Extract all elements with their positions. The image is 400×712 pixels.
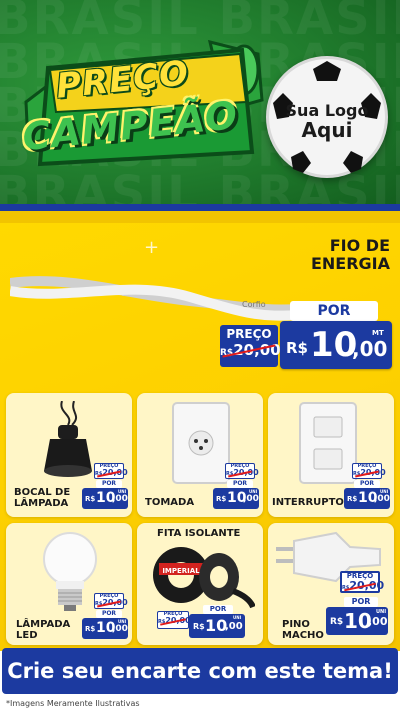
new-price-tag: R$ 10 ,00 UNI xyxy=(82,488,128,509)
tape-brand-label: IMPERIAL xyxy=(162,567,200,575)
product-name: PINO MACHO xyxy=(282,619,324,641)
por-label: POR xyxy=(227,480,253,488)
sparkle-icon: + xyxy=(144,237,160,258)
logo-placeholder-text: Sua Logo Aqui xyxy=(285,101,369,142)
new-price-tag: R$ 10 ,00 UNI xyxy=(82,618,128,639)
old-price-tag: PREÇO R$20,00 xyxy=(94,463,128,479)
product-card-fita-isolante[interactable]: FITA ISOLANTE IMPERIAL PREÇO R$20,00 POR… xyxy=(137,523,263,645)
lamp-socket-image xyxy=(44,401,92,477)
product-card-tomada[interactable]: TOMADA PREÇO R$20,00 POR R$ 10 ,00 UNI xyxy=(137,393,263,517)
por-label: POR xyxy=(203,605,233,614)
old-price-tag: PREÇO R$20,00 xyxy=(157,611,191,629)
new-price-tag: R$ 10 ,00 UNI xyxy=(344,488,390,509)
featured-new-price-tag: R$ 10 ,00 MT xyxy=(280,321,392,369)
offers-area: + + FIO DE ENERGIA Corfio PREÇO R$20,00 … xyxy=(0,223,400,651)
por-label: POR xyxy=(96,480,122,488)
product-name: LÂMPADA LED xyxy=(16,619,71,641)
power-wire-image: Corfio xyxy=(10,276,300,321)
por-label: POR xyxy=(344,597,378,607)
new-price-tag: R$ 10 ,00 UNI xyxy=(326,607,388,635)
product-name: BOCAL DE LÂMPADA xyxy=(14,487,71,509)
product-card-bocal[interactable]: BOCAL DELÂMPADA PREÇO R$20,00 POR R$ 10 … xyxy=(6,393,132,517)
featured-product-title: FIO DE ENERGIA xyxy=(310,236,390,273)
product-name: TOMADA xyxy=(145,497,195,508)
wire-brand-label: Corfio xyxy=(242,300,266,309)
cta-banner-text: Crie seu encarte com este tema! xyxy=(7,659,393,683)
new-price-tag: R$ 10 ,00 UNI xyxy=(189,614,245,638)
header-banner: BRASIL BRASIL BRASIL BRASIL BRASIL BRASI… xyxy=(0,0,400,212)
product-name: FITA ISOLANTE xyxy=(157,528,241,539)
cta-banner[interactable]: Crie seu encarte com este tema! xyxy=(2,648,398,694)
product-card-lampada-led[interactable]: LÂMPADALED PREÇO R$20,00 POR R$ 10 ,00 U… xyxy=(6,523,132,645)
insulating-tape-image: IMPERIAL xyxy=(153,547,255,609)
por-label: POR xyxy=(354,480,380,488)
product-card-interruptor[interactable]: INTERRUPTOR PREÇO R$20,00 POR R$ 10 ,00 … xyxy=(268,393,394,517)
featured-por-label: POR xyxy=(290,301,378,321)
featured-old-price-tag: PREÇO R$20,00 xyxy=(220,325,281,367)
disclaimer-footnote: *Imagens Meramente Ilustrativas xyxy=(6,699,140,708)
por-label: POR xyxy=(96,610,122,618)
old-price-tag: PREÇO R$20,00 xyxy=(225,463,259,479)
product-card-pino-macho[interactable]: PINOMACHO PREÇO R$20,00 POR R$ 10 ,00 UN… xyxy=(268,523,394,645)
soccer-ball-logo-placeholder: Sua Logo Aqui xyxy=(266,56,388,178)
yellow-divider xyxy=(0,211,400,223)
new-price-tag: R$ 10 ,00 UNI xyxy=(213,488,259,509)
old-price-tag: PREÇO R$20,00 xyxy=(352,463,386,479)
old-price-tag: PREÇO R$20,00 xyxy=(340,571,384,593)
old-price-tag: PREÇO R$20,00 xyxy=(94,593,128,609)
power-outlet-image xyxy=(172,402,230,484)
product-name: INTERRUPTOR xyxy=(272,497,352,508)
led-bulb-image xyxy=(43,532,97,611)
light-switch-image xyxy=(299,402,357,484)
